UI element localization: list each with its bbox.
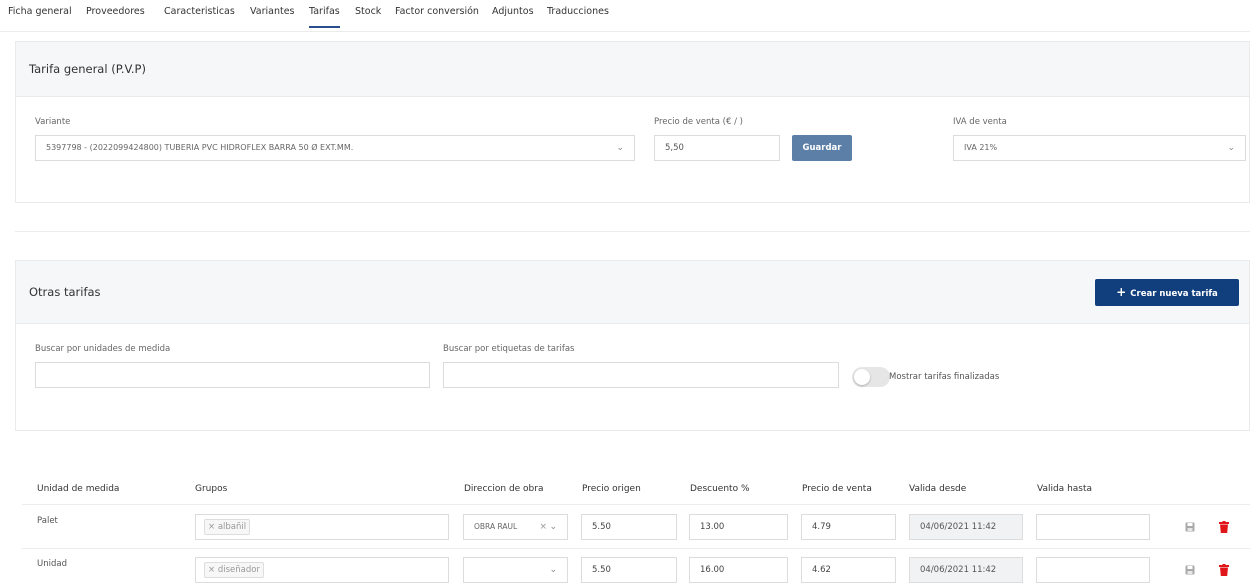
tab-adjuntos[interactable]: Adjuntos [492, 6, 534, 28]
chevron-down-icon: ⌄ [549, 522, 557, 532]
chevron-down-icon: ⌄ [1227, 143, 1235, 153]
buscar-unidades-label: Buscar por unidades de medida [35, 344, 171, 354]
tab-traducciones[interactable]: Traducciones [547, 6, 609, 28]
direccion-obra-value: OBRA RAUL [474, 522, 518, 531]
floppy-disk-icon[interactable] [1185, 565, 1195, 575]
valida-hasta-input[interactable] [1036, 557, 1150, 583]
iva-value: IVA 21% [964, 143, 998, 152]
plus-icon: + [1116, 285, 1127, 299]
valida-desde-input[interactable]: 04/06/2021 11:42 [909, 557, 1023, 583]
tarifa-general-header: Tarifa general (P.V.P) [16, 42, 1249, 97]
chevron-down-icon: ⌄ [616, 143, 624, 153]
table-divider [22, 548, 1250, 549]
descuento-input[interactable]: 13.00 [689, 514, 788, 540]
mostrar-finalizadas-label: Mostrar tarifas finalizadas [889, 372, 1000, 382]
tab-proveedores[interactable]: Proveedores [86, 6, 145, 28]
row-unidad: Unidad [37, 559, 67, 569]
variante-label: Variante [35, 117, 71, 127]
iva-venta-select[interactable]: IVA 21% ⌄ [953, 135, 1246, 161]
group-tag[interactable]: × diseñador [204, 562, 264, 578]
variante-select[interactable]: 5397798 - (2022099424800) TUBERIA PVC HI… [35, 135, 635, 161]
iva-venta-label: IVA de venta [953, 117, 1007, 127]
precio-origen-input[interactable]: 5.50 [581, 557, 677, 583]
otras-tarifas-card: Otras tarifas + Crear nueva tarifa Buscar… [15, 260, 1250, 431]
tarifa-general-card: Tarifa general (P.V.P) Variante 5397798 … [15, 41, 1250, 203]
otras-tarifas-title: Otras tarifas [29, 285, 101, 299]
precio-venta-label: Precio de venta (€ / ) [654, 117, 743, 127]
tab-ficha-general[interactable]: Ficha general [8, 6, 72, 28]
tab-caracteristicas[interactable]: Caracteristicas [164, 6, 235, 28]
descuento-input[interactable]: 16.00 [689, 557, 788, 583]
precio-origen-input[interactable]: 5.50 [581, 514, 677, 540]
tarifa-general-title: Tarifa general (P.V.P) [29, 62, 146, 76]
tab-stock[interactable]: Stock [355, 6, 381, 28]
chevron-down-icon: ⌄ [549, 565, 557, 575]
tab-variantes[interactable]: Variantes [250, 6, 295, 28]
floppy-disk-icon[interactable] [1185, 522, 1195, 532]
row-unidad: Palet [37, 516, 58, 526]
grupos-select[interactable]: × diseñador [195, 557, 449, 583]
grupos-select[interactable]: × albañil [195, 514, 449, 540]
trash-icon[interactable] [1219, 521, 1229, 533]
crear-nueva-tarifa-label: Crear nueva tarifa [1130, 289, 1218, 299]
header-descuento: Descuento % [690, 484, 750, 494]
header-unidad-medida: Unidad de medida [37, 484, 120, 494]
clear-icon[interactable]: × [539, 515, 547, 539]
tab-tarifas[interactable]: Tarifas [309, 6, 340, 28]
header-valida-desde: Valida desde [909, 484, 967, 494]
valida-desde-input[interactable]: 04/06/2021 11:42 [909, 514, 1023, 540]
buscar-etiquetas-label: Buscar por etiquetas de tarifas [443, 344, 575, 354]
precio-venta-input[interactable]: 5,50 [654, 135, 780, 161]
valida-hasta-input[interactable] [1036, 514, 1150, 540]
toggle-knob [854, 369, 870, 385]
header-direccion-obra: Direccion de obra [464, 484, 544, 494]
group-tag[interactable]: × albañil [204, 519, 251, 535]
guardar-button[interactable]: Guardar [792, 135, 852, 161]
mostrar-finalizadas-toggle[interactable] [852, 367, 890, 387]
variante-value: 5397798 - (2022099424800) TUBERIA PVC HI… [46, 143, 354, 152]
header-grupos: Grupos [195, 484, 228, 494]
precio-venta-input[interactable]: 4.62 [801, 557, 896, 583]
section-divider [15, 231, 1250, 232]
buscar-etiquetas-input[interactable] [443, 362, 839, 388]
otras-tarifas-header: Otras tarifas + Crear nueva tarifa [16, 261, 1249, 324]
trash-icon[interactable] [1219, 564, 1229, 576]
header-precio-venta: Precio de venta [802, 484, 872, 494]
header-precio-origen: Precio origen [582, 484, 641, 494]
tab-bar: Ficha general Proveedores Caracteristica… [0, 0, 1250, 32]
direccion-obra-select[interactable]: ⌄ [463, 557, 568, 583]
direccion-obra-select[interactable]: OBRA RAUL × ⌄ [463, 514, 568, 540]
table-divider [22, 504, 1250, 505]
crear-nueva-tarifa-button[interactable]: + Crear nueva tarifa [1095, 279, 1239, 306]
precio-venta-input[interactable]: 4.79 [801, 514, 896, 540]
header-valida-hasta: Valida hasta [1037, 484, 1093, 494]
buscar-unidades-input[interactable] [35, 362, 430, 388]
tab-factor-conversion[interactable]: Factor conversión [395, 6, 479, 28]
